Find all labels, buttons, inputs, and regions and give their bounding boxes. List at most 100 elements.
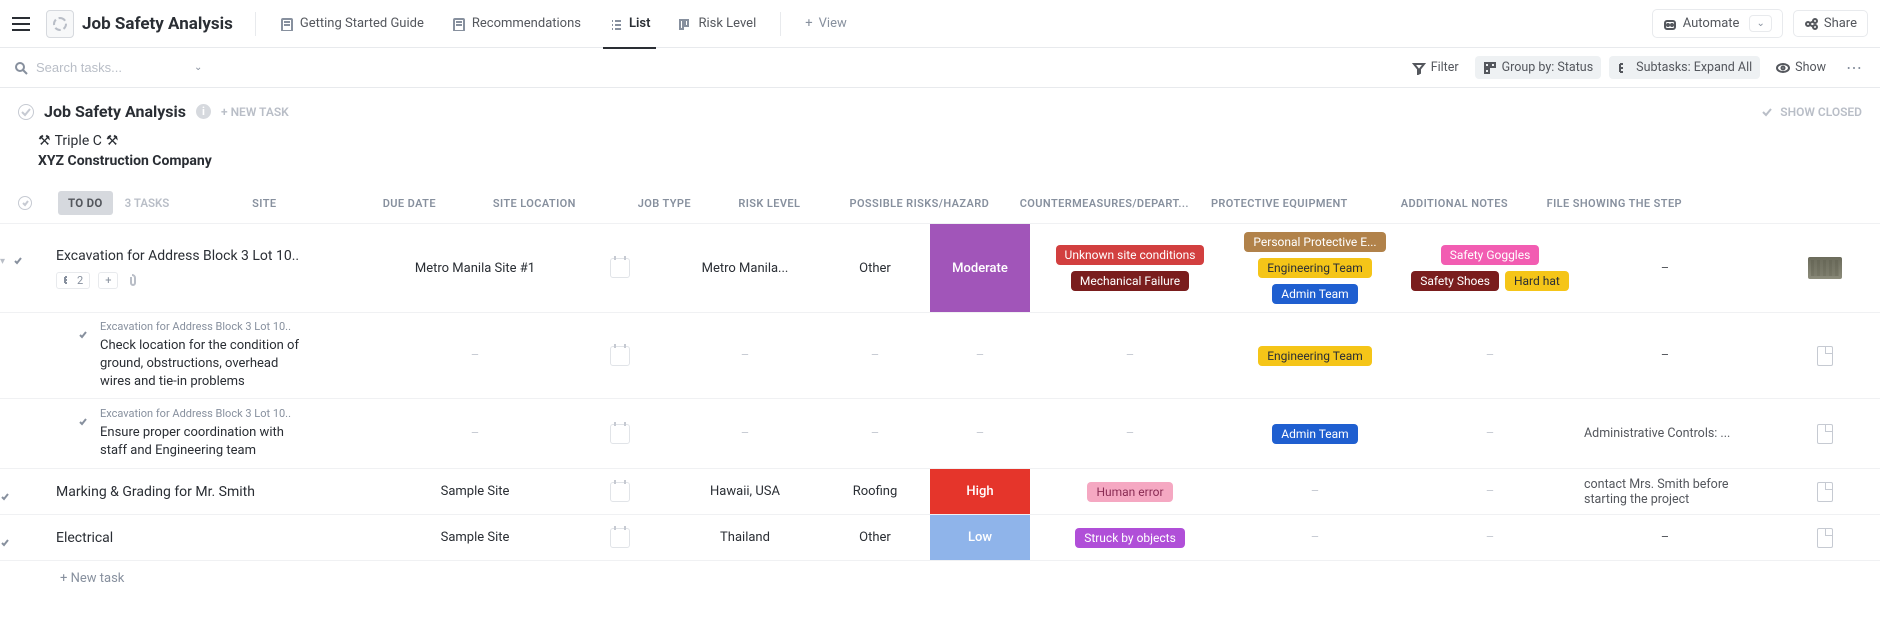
share-button[interactable]: Share <box>1793 10 1868 37</box>
automate-button[interactable]: Automate ⌄ <box>1652 9 1783 38</box>
view-tab-guide[interactable]: Getting Started Guide <box>270 10 434 37</box>
due-cell[interactable] <box>570 399 670 468</box>
view-tab-risk-level[interactable]: Risk Level <box>668 10 766 37</box>
check-icon[interactable] <box>78 417 92 431</box>
search-icon[interactable] <box>14 61 28 75</box>
file-cell[interactable] <box>1750 313 1880 398</box>
list-status-icon[interactable] <box>18 104 34 120</box>
jobtype-cell[interactable]: Roofing <box>820 469 930 514</box>
ppe-cell[interactable]: – <box>1400 469 1580 514</box>
group-collapse-icon[interactable] <box>18 196 32 210</box>
location-cell[interactable]: Metro Manila... <box>670 224 820 312</box>
task-row[interactable]: ▾ Excavation for Address Block 3 Lot 10.… <box>0 224 1880 313</box>
hazard-cell[interactable]: – <box>1030 313 1230 398</box>
search-input[interactable] <box>36 60 186 75</box>
task-row[interactable]: Marking & Grading for Mr. Smith Sample S… <box>0 469 1880 515</box>
filter-button[interactable]: Filter <box>1404 56 1467 79</box>
risk-cell[interactable]: Low <box>930 515 1030 560</box>
check-icon[interactable] <box>78 330 92 344</box>
expand-icon[interactable]: ▾ <box>0 256 5 267</box>
col-hazard[interactable]: POSSIBLE RISKS/HAZARD <box>819 197 1019 210</box>
subtask-count-chip[interactable]: 2 <box>56 272 90 289</box>
notes-cell[interactable]: Administrative Controls: ... <box>1580 399 1750 468</box>
site-cell[interactable]: Sample Site <box>380 469 570 514</box>
new-task-button[interactable]: + NEW TASK <box>221 105 289 119</box>
notes-cell[interactable]: – <box>1580 515 1750 560</box>
doc-icon[interactable] <box>1817 346 1833 366</box>
more-menu[interactable]: ⋯ <box>1842 58 1866 77</box>
task-name[interactable]: Check location for the condition of grou… <box>100 337 300 392</box>
check-icon[interactable] <box>13 256 23 266</box>
chevron-down-icon[interactable]: ⌄ <box>1749 15 1771 32</box>
attachment-icon[interactable] <box>126 273 140 287</box>
doc-icon[interactable] <box>1817 528 1833 548</box>
notes-cell[interactable]: contact Mrs. Smith before starting the p… <box>1580 469 1750 514</box>
location-cell[interactable]: Hawaii, USA <box>670 469 820 514</box>
subtask-row[interactable]: Excavation for Address Block 3 Lot 10.. … <box>0 313 1880 399</box>
task-name[interactable]: Ensure proper coordination with staff an… <box>100 424 300 460</box>
ppe-cell[interactable]: – <box>1400 515 1580 560</box>
jobtype-cell[interactable]: Other <box>820 515 930 560</box>
col-notes[interactable]: ADDITIONAL NOTES <box>1369 197 1539 210</box>
col-file[interactable]: FILE SHOWING THE STEP <box>1539 197 1689 210</box>
hazard-cell[interactable]: Unknown site conditions Mechanical Failu… <box>1030 224 1230 312</box>
file-cell[interactable] <box>1750 469 1880 514</box>
dept-cell[interactable]: – <box>1230 515 1400 560</box>
dept-cell[interactable]: – <box>1230 469 1400 514</box>
add-task-button[interactable]: + New task <box>0 561 1880 596</box>
file-cell[interactable] <box>1750 224 1880 312</box>
view-tab-recommendations[interactable]: Recommendations <box>442 10 591 37</box>
notes-cell[interactable]: – <box>1580 224 1750 312</box>
risk-cell[interactable]: – <box>930 313 1030 398</box>
location-cell[interactable]: – <box>670 399 820 468</box>
due-cell[interactable] <box>570 224 670 312</box>
site-cell[interactable]: Metro Manila Site #1 <box>380 224 570 312</box>
view-tab-list[interactable]: List <box>599 10 660 37</box>
ppe-cell[interactable]: – <box>1400 313 1580 398</box>
col-location[interactable]: SITE LOCATION <box>459 197 609 210</box>
hazard-cell[interactable]: – <box>1030 399 1230 468</box>
doc-icon[interactable] <box>1817 482 1833 502</box>
task-name[interactable]: Excavation for Address Block 3 Lot 10.. <box>56 248 299 264</box>
subtask-row[interactable]: Excavation for Address Block 3 Lot 10.. … <box>0 399 1880 469</box>
hazard-cell[interactable]: Human error <box>1030 469 1230 514</box>
file-thumbnail[interactable] <box>1808 257 1842 279</box>
task-name[interactable]: Electrical <box>56 530 113 546</box>
hamburger-icon[interactable] <box>12 11 38 37</box>
info-icon[interactable]: i <box>196 104 211 119</box>
due-cell[interactable] <box>570 515 670 560</box>
col-dept[interactable]: COUNTERMEASURES/DEPART... <box>1019 197 1189 210</box>
hazard-cell[interactable]: Struck by objects <box>1030 515 1230 560</box>
ppe-cell[interactable]: – <box>1400 399 1580 468</box>
col-site[interactable]: SITE <box>169 197 359 210</box>
add-view-button[interactable]: + View <box>795 10 857 37</box>
group-by-button[interactable]: Group by: Status <box>1475 56 1602 79</box>
dept-cell[interactable]: Admin Team <box>1230 399 1400 468</box>
project-icon[interactable] <box>46 10 74 38</box>
file-cell[interactable] <box>1750 399 1880 468</box>
subtasks-button[interactable]: Subtasks: Expand All <box>1609 56 1760 79</box>
jobtype-cell[interactable]: – <box>820 399 930 468</box>
task-row[interactable]: Electrical Sample Site Thailand Other Lo… <box>0 515 1880 561</box>
notes-cell[interactable]: – <box>1580 313 1750 398</box>
ppe-cell[interactable]: Safety Goggles Safety Shoes Hard hat <box>1400 224 1580 312</box>
risk-cell[interactable]: High <box>930 469 1030 514</box>
check-icon[interactable] <box>0 538 10 548</box>
add-subtask-chip[interactable]: + <box>98 272 118 289</box>
doc-icon[interactable] <box>1817 424 1833 444</box>
due-cell[interactable] <box>570 469 670 514</box>
due-cell[interactable] <box>570 313 670 398</box>
location-cell[interactable]: Thailand <box>670 515 820 560</box>
dept-cell[interactable]: Engineering Team <box>1230 313 1400 398</box>
row-handle[interactable]: ▾ <box>0 256 23 267</box>
chevron-down-icon[interactable]: ⌄ <box>194 62 202 73</box>
site-cell[interactable]: – <box>380 313 570 398</box>
col-jobtype[interactable]: JOB TYPE <box>609 197 719 210</box>
risk-cell[interactable]: – <box>930 399 1030 468</box>
status-pill-todo[interactable]: TO DO <box>58 191 113 215</box>
col-due[interactable]: DUE DATE <box>359 197 459 210</box>
location-cell[interactable]: – <box>670 313 820 398</box>
jobtype-cell[interactable]: Other <box>820 224 930 312</box>
site-cell[interactable]: Sample Site <box>380 515 570 560</box>
jobtype-cell[interactable]: – <box>820 313 930 398</box>
